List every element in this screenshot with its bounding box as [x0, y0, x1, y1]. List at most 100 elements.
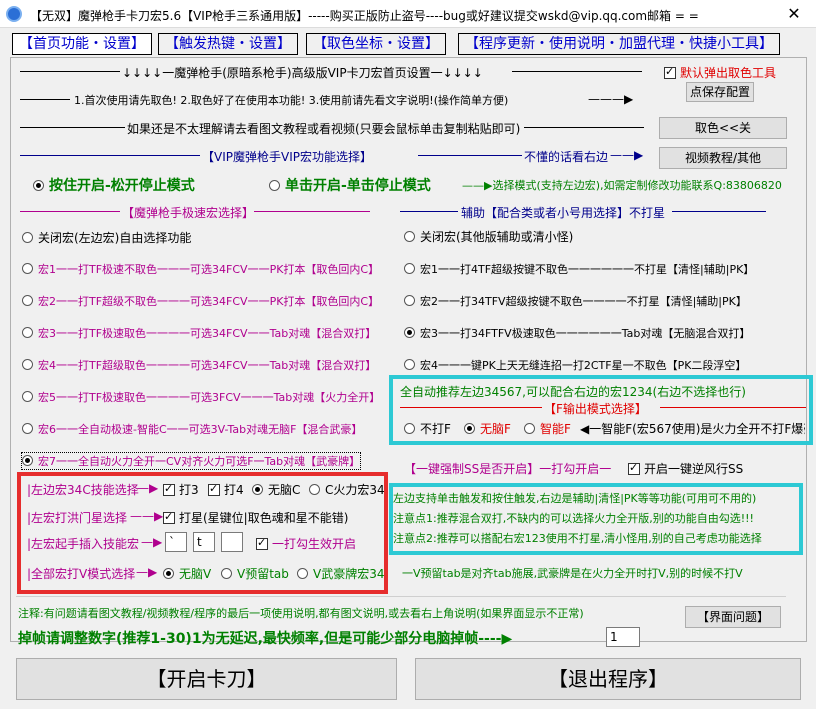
radio-icon — [22, 391, 33, 402]
left-macro-3-radio[interactable]: 宏3一一打TF极速取色一一一一可选34FCV一一Tab对魂【混合双打】 — [22, 325, 376, 341]
checkbox-icon — [256, 536, 268, 550]
radio-icon — [22, 295, 33, 306]
hit4-label: 打4 — [224, 483, 244, 497]
star-select-label: |左宏打洪门星选择 — [27, 511, 128, 525]
left-macro-5-radio[interactable]: 宏5一一打TF极速取色一一一一可选3FCV一一一Tab对魂【火力全开】 — [22, 389, 380, 405]
insert-skill-key3-input[interactable] — [221, 532, 243, 552]
divider — [660, 407, 806, 408]
right-macro-off-radio[interactable]: 关闭宏(其他版辅助或清小怪) — [404, 228, 573, 245]
v-brainless-radio[interactable]: 无脑V — [163, 565, 211, 582]
c-fire-radio[interactable]: C火力宏345 — [309, 481, 384, 498]
exit-button[interactable]: 【退出程序】 — [415, 658, 801, 700]
frame-delay-input[interactable]: 1 — [606, 627, 640, 647]
f-mode-title: 【F输出模式选择】 — [544, 402, 647, 416]
mode-desc: ——▶选择模式(支持左边宏),如需定制修改功能联系Q:83806820 — [462, 179, 782, 192]
f-mode-brainless-radio[interactable]: 无脑F — [464, 420, 511, 437]
checkbox-icon — [664, 65, 676, 79]
f-mode-smart-radio[interactable]: 智能F — [524, 420, 571, 437]
v-reserve-tab-radio[interactable]: V预留tab — [221, 565, 289, 582]
arrow-right-icon: —▶ — [136, 565, 158, 579]
mode-hold-radio[interactable]: 按住开启-松开停止模式 — [33, 175, 195, 195]
arrow-right-icon: —▶ — [141, 535, 163, 549]
right-macro-label: 关闭宏(其他版辅助或清小怪) — [420, 230, 574, 244]
right-macro-2-radio[interactable]: 宏2一一打34TFV超级按键不取色一一一一不打星【清怪|辅助|PK】 — [404, 293, 747, 309]
brainless-c-radio[interactable]: 无脑C — [252, 481, 300, 498]
close-icon[interactable]: ✕ — [772, 0, 816, 28]
right-section-title: 辅助【配合类或者小号用选择】不打星 — [461, 206, 666, 220]
left-macro-1-radio[interactable]: 宏1一一打TF极速不取色一一一可选34FCV一一PK打本【取色回内C】 — [22, 261, 379, 277]
mode-desc-text: 选择模式(支持左边宏),如需定制修改功能联系Q:83806820 — [492, 179, 782, 192]
brainless-c-label: 无脑C — [268, 483, 301, 497]
divider — [20, 127, 125, 128]
tutorial-text: 如果还是不太理解请去看图文教程或看视频(只要会鼠标单击复制粘贴即可) — [127, 122, 521, 136]
v-reserve-tab-label: V预留tab — [237, 567, 289, 581]
hit-star-label: 打星(星键位|取色魂和星不能错) — [179, 511, 349, 525]
video-tutorial-button[interactable]: 视频教程/其他 — [659, 147, 787, 169]
right-macro-3-radio[interactable]: 宏3一一打34FTFV极速取色一一一一一一Tab对魂【无脑混合双打】 — [404, 325, 750, 341]
vip-select-title: 【VIP魔弹枪手VIP宏功能选择】 — [202, 150, 372, 164]
radio-icon — [464, 423, 475, 434]
footer-note: 注释:有问题请看图文教程/视频教程/程序的最后一项使用说明,都有图文说明,或去看… — [18, 607, 584, 620]
left-macro-2-radio[interactable]: 宏2一一打TF超级不取色一一一可选34FCV一一PK打本【取色回内C】 — [22, 293, 379, 309]
left-macro-4-radio[interactable]: 宏4一一打TF超级取色一一一一可选34FCV一一Tab对魂【混合双打】 — [22, 357, 376, 373]
radio-icon — [309, 484, 320, 495]
left-macro-label: 宏3一一打TF极速取色一一一一可选34FCV一一Tab对魂【混合双打】 — [38, 327, 377, 340]
c-fire-label: C火力宏345 — [325, 483, 384, 497]
left-section-title: 【魔弹枪手极速宏选择】 — [122, 206, 255, 220]
hit-star-checkbox[interactable]: 打星(星键位|取色魂和星不能错) — [163, 509, 348, 526]
right-macro-label: 宏2一一打34TFV超级按键不取色一一一一不打星【清怪|辅助|PK】 — [420, 295, 747, 308]
hit4-checkbox[interactable]: 打4 — [208, 481, 244, 498]
right-macro-4-radio[interactable]: 宏4一一一键PK上天无缝连招一打2CTF星一不取色【PK二段浮空】 — [404, 357, 746, 373]
mode-click-radio[interactable]: 单击开启-单击停止模式 — [269, 175, 431, 195]
f-mode-desc-text: 一智能F(宏567使用)是火力全开不打F爆豪 — [589, 422, 805, 436]
radio-icon — [33, 180, 44, 191]
left-macro-label: 关闭宏(左边宏)自由选择功能 — [38, 231, 192, 245]
checkbox-icon — [208, 482, 220, 496]
insert-skill-key2-input[interactable]: t — [193, 532, 215, 552]
radio-icon — [404, 327, 415, 338]
radio-icon — [297, 568, 308, 579]
arrow-right-icon: ———▶ — [588, 92, 634, 106]
divider — [524, 127, 644, 128]
popup-color-tool-label: 默认弹出取色工具 — [680, 66, 777, 80]
right-macro-1-radio[interactable]: 宏1一一打4TF超级按键不取色一一一一一一不打星【清怪|辅助|PK】 — [404, 261, 754, 277]
divider — [672, 211, 766, 212]
insert-skill-key1-input[interactable]: ` — [165, 532, 187, 552]
tab-update-help[interactable]: 【程序更新・使用说明・加盟代理・快捷小工具】 — [458, 33, 780, 55]
note-line-3: 注意点2:推荐可以搭配右宏123使用不打星,清小怪用,别的自己考虑功能选择 — [393, 532, 762, 545]
tab-color-coord-settings[interactable]: 【取色坐标・设置】 — [306, 33, 446, 55]
mode-hold-label: 按住开启-松开停止模式 — [49, 178, 195, 194]
left-macro-7-radio[interactable]: 宏7一一全自动火力全开一CV对齐火力可选F一Tab对魂【武豪牌】 — [20, 452, 362, 470]
divider — [254, 211, 370, 212]
insert-skill-enable-checkbox[interactable]: 一打勾生效开启 — [256, 535, 356, 552]
left-macro-label: 宏2一一打TF超级不取色一一一可选34FCV一一PK打本【取色回内C】 — [38, 295, 380, 308]
v-wuhao-radio[interactable]: V武豪牌宏345 — [297, 565, 384, 582]
force-ss-label: 开启一键逆风行SS — [644, 462, 744, 476]
arrow-right-icon: —▶ — [137, 481, 159, 495]
pick-color-button[interactable]: 取色<<关 — [659, 117, 787, 139]
radio-icon — [22, 455, 33, 466]
force-ss-checkbox[interactable]: 开启一键逆风行SS — [628, 460, 743, 477]
v-mode-label: |全部宏打V模式选择 — [27, 567, 136, 581]
f-mode-label: 无脑F — [480, 422, 511, 436]
insert-skill-label: |左宏起手插入技能宏 — [27, 537, 140, 551]
divider — [16, 596, 786, 597]
ui-issue-button[interactable]: 【界面问题】 — [685, 606, 781, 628]
f-mode-none-radio[interactable]: 不打F — [404, 420, 451, 437]
tab-home-settings[interactable]: 【首页功能・设置】 — [12, 33, 152, 55]
save-config-button[interactable]: 点保存配置 — [686, 82, 754, 102]
left-macro-6-radio[interactable]: 宏6一一全自动极速-智能C一一可选3V-Tab对魂无脑F【混合武豪】 — [22, 421, 362, 437]
start-button[interactable]: 【开启卡刀】 — [16, 658, 397, 700]
f-mode-label: 不打F — [420, 422, 451, 436]
tab-hotkey-settings[interactable]: 【触发热键・设置】 — [158, 33, 298, 55]
hit3-checkbox[interactable]: 打3 — [163, 481, 199, 498]
radio-icon — [22, 423, 33, 434]
note-line-2: 注意点1:推荐混合双打,不缺内的可以选择火力全开版,别的功能自由勾选!!! — [393, 512, 754, 525]
title-bar: 【无双】魔弹枪手卡刀宏5.6【VIP枪手三系通用版】-----购买正版防止盗号-… — [0, 0, 816, 28]
popup-color-tool-checkbox[interactable]: 默认弹出取色工具 — [664, 64, 776, 81]
left-macro-off-radio[interactable]: 关闭宏(左边宏)自由选择功能 — [22, 229, 191, 246]
mode-click-label: 单击开启-单击停止模式 — [285, 178, 431, 194]
divider — [512, 71, 642, 72]
vip-hint: 不懂的话看右边 — [524, 150, 609, 164]
header-title: ↓↓↓↓一魔弹枪手(原暗系枪手)高级版VIP卡刀宏首页设置一↓↓↓↓ — [122, 66, 483, 80]
